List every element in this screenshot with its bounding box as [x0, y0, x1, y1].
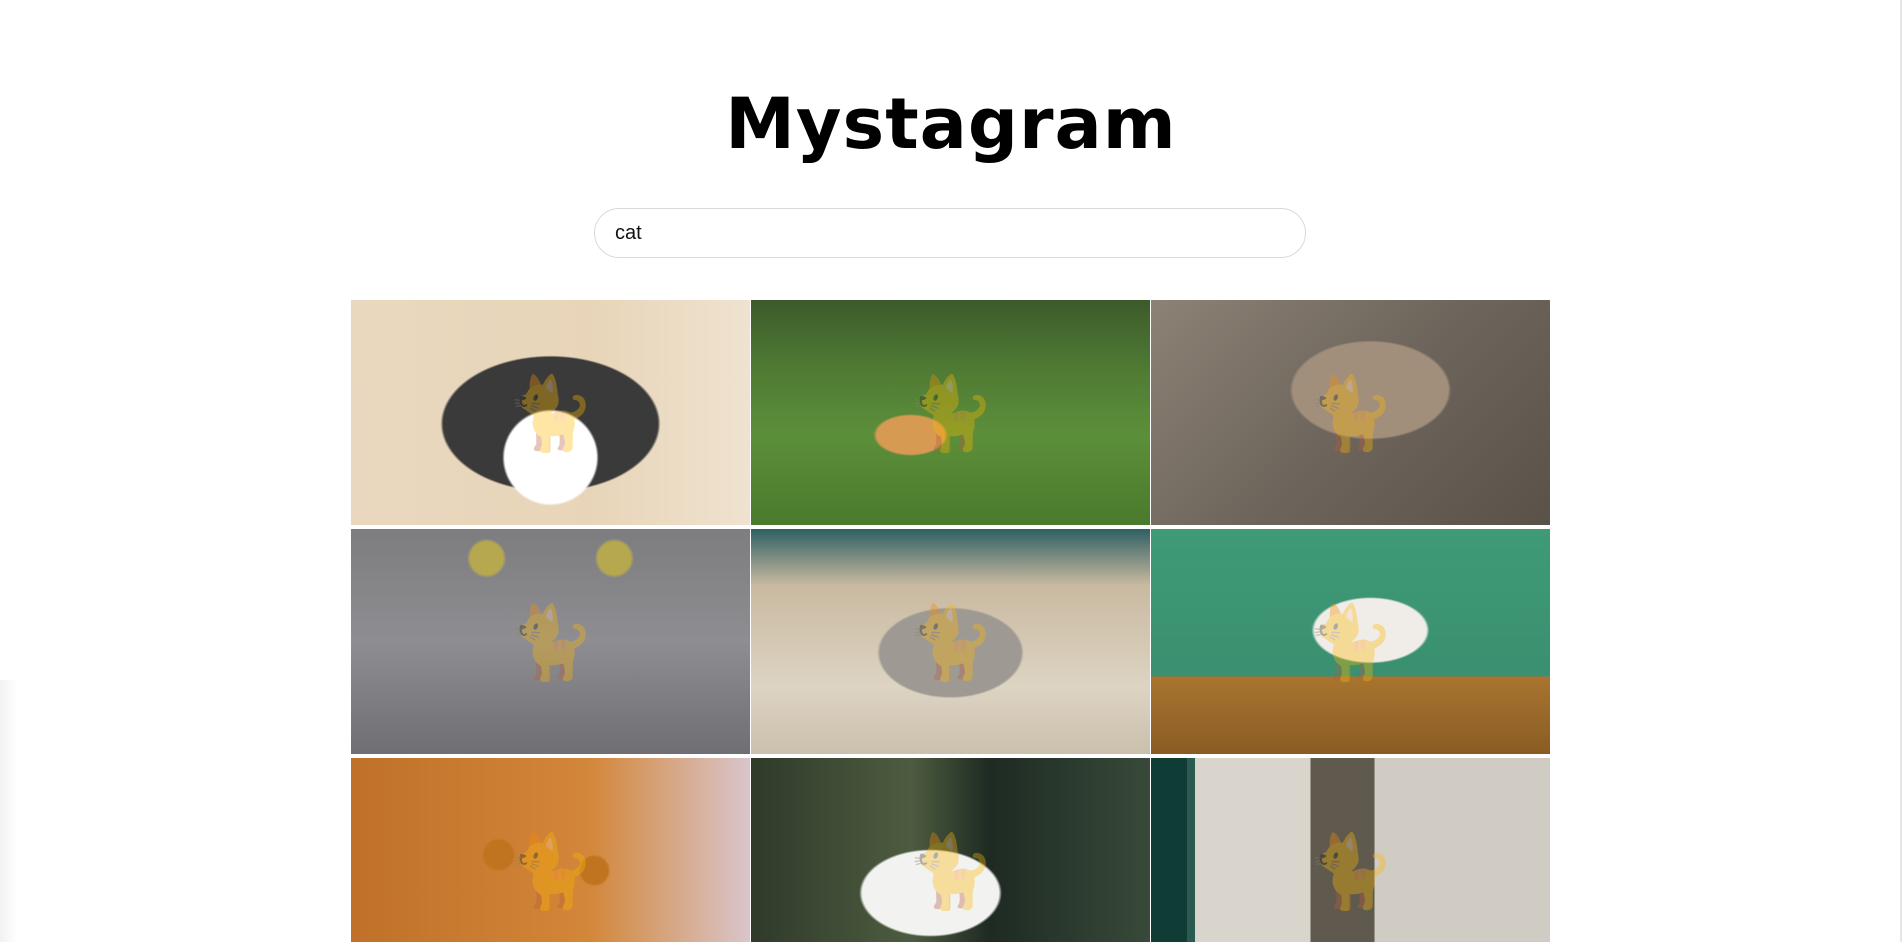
photo-tile[interactable]: 🐈: [1151, 529, 1550, 754]
cat-photo-icon: 🐈: [1305, 828, 1396, 913]
cat-photo-icon: 🐈: [905, 828, 996, 913]
photo-tile[interactable]: 🐈: [351, 529, 750, 754]
photo-tile[interactable]: 🐈: [751, 300, 1150, 525]
page: Mystagram 🐈 🐈 🐈 🐈 🐈 🐈 🐈 🐈 🐈: [0, 0, 1902, 942]
cat-photo-icon: 🐈: [1305, 599, 1396, 684]
cat-photo-icon: 🐈: [505, 828, 596, 913]
cat-photo-icon: 🐈: [505, 370, 596, 455]
edge-shadow: [0, 680, 18, 942]
cat-photo-icon: 🐈: [1305, 370, 1396, 455]
photo-grid: 🐈 🐈 🐈 🐈 🐈 🐈 🐈 🐈 🐈: [351, 300, 1551, 942]
photo-tile[interactable]: 🐈: [1151, 758, 1550, 942]
photo-tile[interactable]: 🐈: [351, 300, 750, 525]
photo-tile[interactable]: 🐈: [1151, 300, 1550, 525]
photo-tile[interactable]: 🐈: [351, 758, 750, 942]
cat-photo-icon: 🐈: [505, 599, 596, 684]
cat-photo-icon: 🐈: [905, 370, 996, 455]
photo-tile[interactable]: 🐈: [751, 758, 1150, 942]
photo-tile[interactable]: 🐈: [751, 529, 1150, 754]
app-title: Mystagram: [725, 83, 1177, 165]
search-input[interactable]: [594, 208, 1306, 258]
cat-photo-icon: 🐈: [905, 599, 996, 684]
